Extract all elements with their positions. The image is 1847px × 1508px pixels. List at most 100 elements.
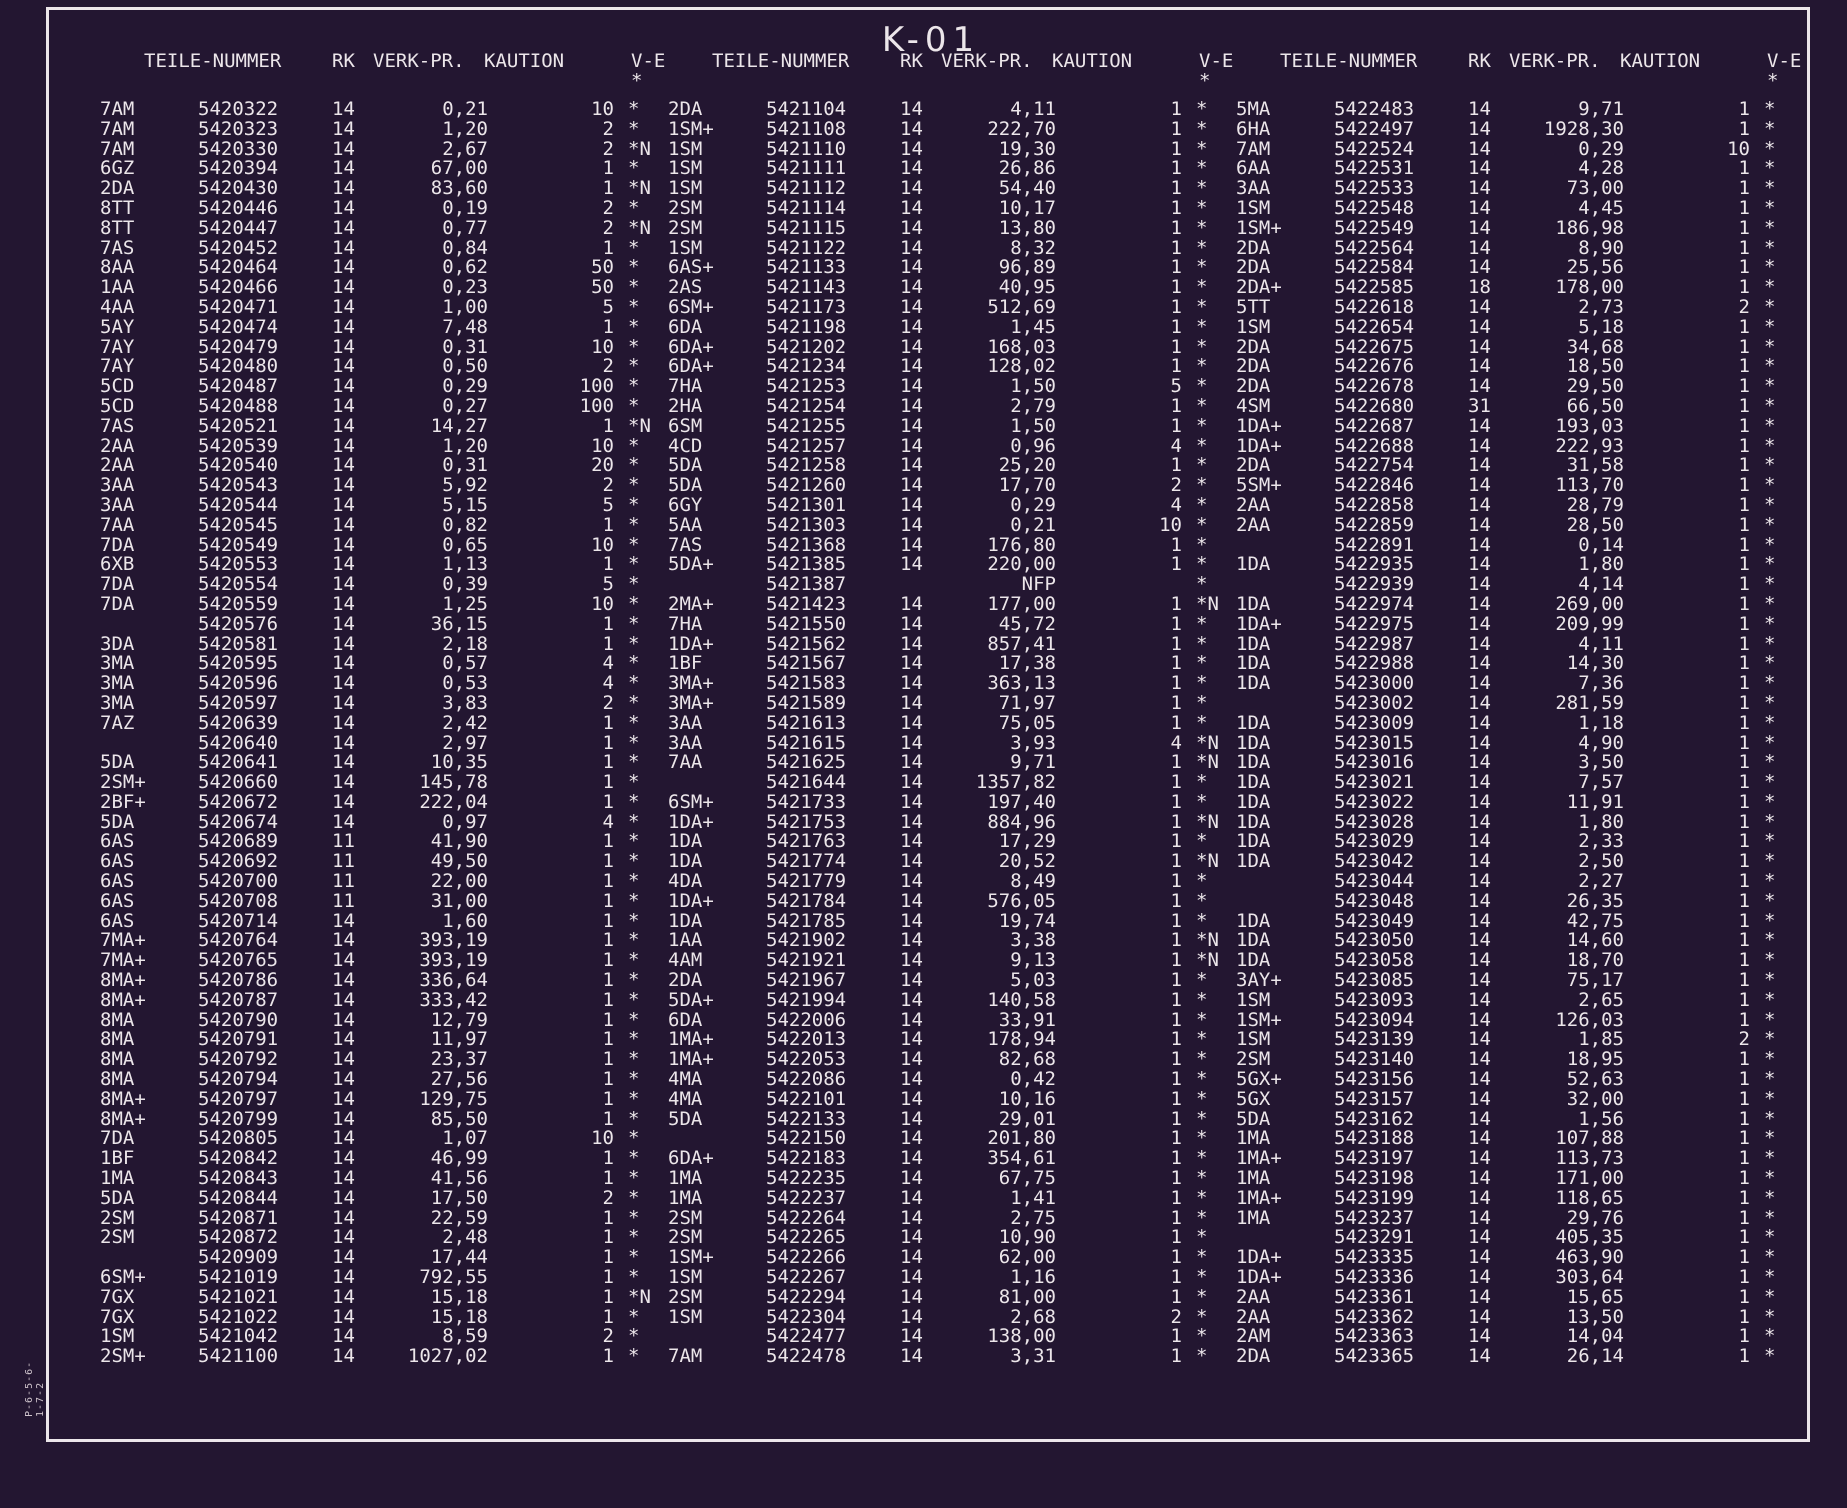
flag-mark: *	[1764, 790, 1776, 813]
row-type: 1MA	[668, 1167, 703, 1190]
row-type: 1SM	[668, 1266, 703, 1289]
part-number: 5421589	[766, 691, 847, 714]
deposit-qty: 1	[1738, 1107, 1750, 1130]
part-number: 5421143	[766, 276, 847, 299]
part-number: 5420488	[198, 394, 279, 417]
deposit-qty: 1	[1170, 1107, 1182, 1130]
rk-code: 14	[332, 771, 355, 794]
deposit-qty: 1	[1170, 1186, 1182, 1209]
table-row: 1MA 5422237 14 1,41 1 *	[668, 1186, 1238, 1209]
flag-mark: *	[1196, 394, 1208, 417]
part-number: 5422294	[766, 1285, 847, 1308]
deposit-qty: 1	[602, 632, 614, 655]
part-number: 5420559	[198, 592, 279, 615]
rk-code: 14	[900, 1285, 923, 1308]
deposit-qty: 1	[1170, 1345, 1182, 1368]
row-type: 7DA	[100, 592, 135, 615]
row-type: 3AA	[668, 711, 703, 734]
part-number: 5420323	[198, 117, 279, 140]
row-type: 1AA	[100, 276, 135, 299]
table-row: 2SM 5421114 14 10,17 1 *	[668, 196, 1238, 219]
row-list: 7AM 5420322 14 0,21 10 * 7AM 5420323 14 1,20 2 * 7AM…	[100, 99, 670, 1367]
table-row: 5AA 5421303 14 0,21 10 *	[668, 513, 1238, 536]
rk-code: 14	[1468, 691, 1491, 714]
table-row: 2DA 5421967 14 5,03 1 *	[668, 970, 1238, 991]
rk-code: 14	[1468, 1186, 1491, 1209]
deposit-qty: 1	[1170, 751, 1182, 774]
table-row: 6SM+ 5421173 14 512,69 1 *	[668, 297, 1238, 318]
table-row: 7AM 5420330 14 2,67 2 *N	[100, 139, 670, 160]
row-list: 5MA 5422483 14 9,71 1 * 6HA 5422497 14 1928,30 1 * 7…	[1236, 99, 1806, 1367]
row-type: 8MA+	[100, 1087, 146, 1110]
table-row: 6HA 5422497 14 1928,30 1 *	[1236, 117, 1806, 140]
deposit-qty: 1	[1170, 553, 1182, 576]
table-row: 1DA 5421763 14 17,29 1 *	[668, 832, 1238, 852]
rk-code: 14	[332, 295, 355, 318]
row-type: 7AM	[668, 1345, 703, 1368]
flag-mark: *	[1764, 592, 1776, 615]
table-row: 2DA 5422675 14 34,68 1 *	[1236, 337, 1806, 358]
sale-price: 2,79	[1010, 394, 1056, 417]
part-number: 5423198	[1334, 1167, 1415, 1190]
deposit-qty: 1	[1738, 1285, 1750, 1308]
rk-code: 14	[1468, 315, 1491, 338]
table-row: 2SM 5422265 14 10,90 1 *	[668, 1228, 1238, 1248]
part-number: 5420543	[198, 474, 279, 497]
deposit-qty: 1	[1170, 652, 1182, 675]
deposit-qty: 1	[602, 771, 614, 794]
part-number: 5420487	[198, 375, 279, 398]
sale-price: 113,70	[1555, 474, 1624, 497]
flag-mark: *	[1764, 969, 1776, 992]
flag-mark: *	[1764, 196, 1776, 219]
row-type: 2AS	[668, 276, 703, 299]
flag-mark: *	[1196, 870, 1208, 893]
table-row: 5422939 14 4,14 1 *	[1236, 573, 1806, 596]
deposit-qty: 1	[1738, 196, 1750, 219]
sale-price: 1,45	[1010, 315, 1056, 338]
table-row: 6DA+ 5422183 14 354,61 1 *	[668, 1148, 1238, 1169]
rk-code: 14	[1468, 474, 1491, 497]
table-row: 1MA+ 5422013 14 178,94 1 *	[668, 1030, 1238, 1050]
rk-code: 14	[332, 672, 355, 695]
rk-code: 14	[1468, 771, 1491, 794]
rk-code: 14	[1468, 1266, 1491, 1289]
sale-price: 4,45	[1578, 196, 1624, 219]
table-row: 5DA 5421260 14 17,70 2 *	[668, 475, 1238, 496]
sale-price: 0,42	[1010, 1068, 1056, 1091]
table-row: 5DA 5420844 14 17,50 2 *	[100, 1188, 670, 1209]
part-number: 5420596	[198, 672, 279, 695]
rk-code: 14	[900, 1087, 923, 1110]
sale-price: 7,36	[1578, 672, 1624, 695]
row-type: 6GY	[668, 493, 703, 516]
deposit-qty: 1	[1738, 117, 1750, 140]
table-row: 7AM 5422478 14 3,31 1 *	[668, 1345, 1238, 1368]
part-number: 5421644	[766, 771, 847, 794]
table-row: 5CD 5420488 14 0,27 100 *	[100, 394, 670, 417]
deposit-qty: 1	[1170, 1127, 1182, 1150]
rk-code: 14	[900, 889, 923, 912]
part-number: 5420545	[198, 513, 279, 536]
flag-mark: *	[1764, 493, 1776, 516]
table-row: 6XB 5420553 14 1,13 1 *	[100, 555, 670, 575]
table-row: 8MA+ 5420799 14 85,50 1 *	[100, 1109, 670, 1130]
table-row: 1MA 5423237 14 29,76 1 *	[1236, 1208, 1806, 1229]
deposit-qty: 1	[1738, 454, 1750, 477]
flag-mark: *	[1196, 276, 1208, 299]
part-number: 5421104	[766, 98, 847, 120]
sale-price: 0,21	[1010, 513, 1056, 536]
table-row: 1DA 5423000 14 7,36 1 *	[1236, 672, 1806, 695]
price-list-column-1: TEILE-NUMMER RK VERK-PR. KAUTION V-E * 7AM 5420…	[100, 50, 670, 1366]
part-number: 5422939	[1334, 573, 1415, 596]
table-row: 3AA 5422533 14 73,00 1 *	[1236, 178, 1806, 199]
row-type: 1SM+	[668, 117, 714, 140]
flag-mark: *	[1764, 988, 1776, 1011]
rk-code: 14	[900, 196, 923, 219]
flag-mark: *	[1196, 196, 1208, 219]
row-type: 4MA	[668, 1068, 703, 1091]
sale-price: 4,14	[1578, 573, 1624, 596]
table-row: 1SM+ 5421108 14 222,70 1 *	[668, 117, 1238, 140]
flag-mark: *	[628, 592, 640, 615]
rk-code: 14	[332, 375, 355, 398]
deposit-qty: 1	[1738, 1186, 1750, 1209]
deposit-qty: 1	[1170, 929, 1182, 952]
